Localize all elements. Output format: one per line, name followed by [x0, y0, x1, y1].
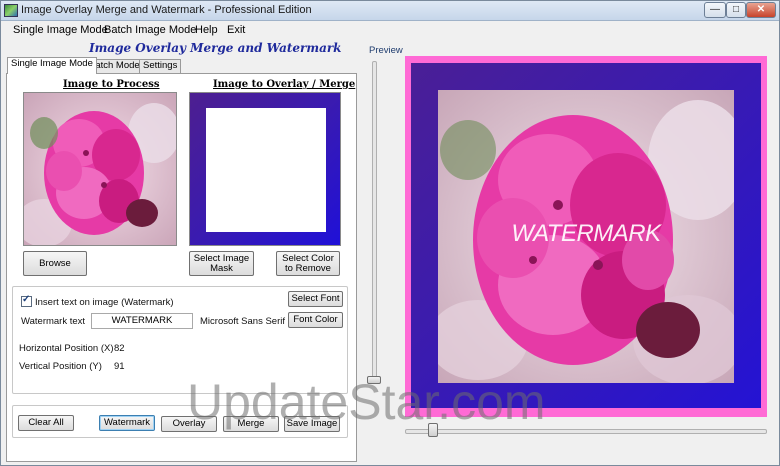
preview-label: Preview [369, 45, 403, 56]
insert-text-label: Insert text on image (Watermark) [35, 297, 174, 308]
overlay-image-thumbnail[interactable] [189, 92, 341, 246]
vertical-position-slider-track[interactable] [372, 61, 377, 384]
select-color-to-remove-button[interactable]: Select Color to Remove [276, 251, 340, 276]
menu-exit[interactable]: Exit [227, 24, 245, 36]
horizontal-position-slider-thumb[interactable] [428, 423, 438, 437]
browse-button[interactable]: Browse [23, 251, 87, 276]
horizontal-position-slider-track[interactable] [405, 429, 767, 434]
font-color-button[interactable]: Font Color [288, 312, 343, 328]
vertical-position-slider-thumb[interactable] [367, 376, 381, 384]
image-to-overlay-label: Image to Overlay / Merge [213, 79, 356, 90]
image-to-process-thumbnail[interactable] [23, 92, 177, 246]
preview-watermark-text: WATERMARK [511, 220, 661, 247]
tab-single-image-mode[interactable]: Single Image Mode [7, 57, 97, 74]
tab-settings[interactable]: Settings [139, 59, 182, 73]
menu-single-image-mode[interactable]: Single Image Mode [13, 24, 108, 36]
app-heading: Image Overlay Merge and Watermark [89, 41, 342, 55]
save-image-button[interactable]: Save Image [284, 416, 340, 432]
app-window: Image Overlay Merge and Watermark - Prof… [0, 0, 780, 466]
select-font-button[interactable]: Select Font [288, 291, 343, 307]
overlay-button[interactable]: Overlay [161, 416, 217, 432]
minimize-button[interactable]: — [704, 2, 726, 18]
close-button[interactable]: ✕ [746, 2, 776, 18]
menu-help[interactable]: Help [195, 24, 218, 36]
watermark-button[interactable]: Watermark [99, 415, 155, 431]
title-bar: Image Overlay Merge and Watermark - Prof… [1, 1, 779, 21]
insert-text-checkbox[interactable] [21, 294, 32, 307]
select-image-mask-button[interactable]: Select Image Mask [189, 251, 254, 276]
overlay-transparent-area [206, 108, 326, 232]
app-icon [4, 4, 18, 17]
menu-batch-image-mode[interactable]: Batch Image Mode [104, 24, 196, 36]
maximize-button[interactable]: □ [726, 2, 746, 18]
vertical-position-value[interactable]: 91 [114, 361, 125, 372]
horizontal-position-value[interactable]: 82 [114, 343, 125, 354]
clear-all-button[interactable]: Clear All [18, 415, 74, 431]
watermark-text-input[interactable]: WATERMARK [91, 313, 193, 329]
merge-button[interactable]: Merge [223, 416, 279, 432]
window-title: Image Overlay Merge and Watermark - Prof… [21, 4, 312, 16]
horizontal-position-label: Horizontal Position (X) [19, 343, 114, 354]
watermark-text-label: Watermark text [21, 316, 86, 327]
vertical-position-label: Vertical Position (Y) [19, 361, 102, 372]
menu-bar: Single Image Mode Batch Image Mode Help … [1, 21, 779, 39]
image-to-process-label: Image to Process [63, 79, 160, 90]
flower-photo [24, 93, 176, 245]
preview-image: WATERMARK [438, 90, 734, 383]
font-name-label: Microsoft Sans Serif [200, 316, 285, 327]
